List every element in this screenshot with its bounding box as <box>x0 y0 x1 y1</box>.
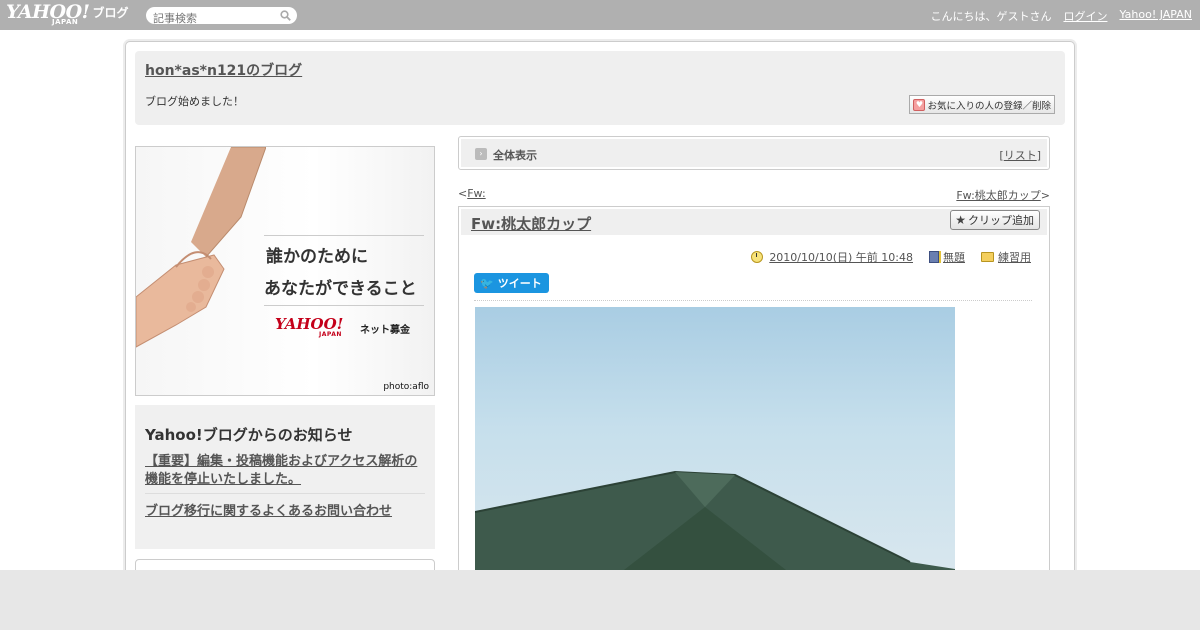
pager-next: Fw:桃太郎カップ> <box>956 187 1050 203</box>
arrow-right-icon: › <box>475 148 487 160</box>
article-title-link[interactable]: Fw:桃太郎カップ <box>471 213 591 234</box>
prev-article-link[interactable]: Fw: <box>467 187 485 200</box>
blog-title-link[interactable]: hon*as*n121のブログ <box>145 60 302 80</box>
notice-divider <box>145 493 425 494</box>
heart-icon: ♥ <box>913 98 926 111</box>
banner-yahoo-sub: JAPAN <box>319 331 342 338</box>
top-nav: こんにちは、ゲストさん ログイン Yahoo! JAPAN <box>918 8 1192 24</box>
notice-link-important[interactable]: 【重要】編集・投稿機能およびアクセス解析の機能を停止いたしました。 <box>145 453 430 489</box>
view-list-toggle: [リスト] <box>999 147 1041 163</box>
search-input[interactable] <box>146 10 271 27</box>
view-all-label: 全体表示 <box>493 149 537 162</box>
yahoo-japan-link[interactable]: Yahoo! JAPAN <box>1119 8 1192 24</box>
login-link[interactable]: ログイン <box>1063 8 1107 24</box>
yahoo-logo-sub: JAPAN <box>52 18 79 26</box>
tweet-button[interactable]: 🐦 ツイート <box>474 273 549 293</box>
prev-arrow: < <box>458 187 468 200</box>
article-search-box <box>146 7 297 27</box>
pager-prev: <Fw: <box>458 187 486 200</box>
article-category: 無題 <box>929 249 965 265</box>
twitter-bird-icon: 🐦 <box>480 276 494 290</box>
notice-link-faq[interactable]: ブログ移行に関するよくあるお問い合わせ <box>145 500 392 519</box>
banner-headline-1: 誰かのために <box>266 247 368 267</box>
article-datetime: 2010/10/10(日) 午前 10:48 <box>751 249 913 265</box>
favorite-register-label: お気に入りの人の登録／削除 <box>927 100 1051 112</box>
clip-add-button[interactable]: ★ クリップ追加 <box>950 210 1040 230</box>
clock-icon <box>751 251 764 263</box>
yahoo-blog-logo[interactable]: YAHOO! JAPAN ブログ <box>6 3 129 27</box>
banner-divider-top <box>264 235 424 236</box>
global-header: YAHOO! JAPAN ブログ こんにちは、ゲストさん ログイン Yahoo!… <box>0 0 1200 30</box>
banner-divider-bottom <box>264 305 424 306</box>
handshake-illustration <box>136 147 266 348</box>
view-mode-bar: › 全体表示 [リスト] <box>458 136 1050 170</box>
tweet-label: ツイート <box>497 277 542 290</box>
banner-headline-2: あなたができること <box>264 279 417 299</box>
article-folder: 練習用 <box>981 249 1031 265</box>
page-body: hon*as*n121のブログ ブログ始めました！ ♥ お気に入りの人の登録／削… <box>0 30 1200 589</box>
blog-container: hon*as*n121のブログ ブログ始めました！ ♥ お気に入りの人の登録／削… <box>125 41 1075 589</box>
next-article-link[interactable]: Fw:桃太郎カップ <box>956 189 1040 202</box>
notice-title: Yahoo!ブログからのお知らせ <box>145 426 353 444</box>
search-icon[interactable] <box>280 10 291 21</box>
blog-header: hon*as*n121のブログ ブログ始めました！ ♥ お気に入りの人の登録／削… <box>135 51 1065 125</box>
list-view-link[interactable]: リスト <box>1004 149 1037 162</box>
blog-description: ブログ始めました！ <box>145 95 244 108</box>
article-header: Fw:桃太郎カップ ★ クリップ追加 <box>461 209 1047 235</box>
guest-greeting: こんにちは、ゲストさん <box>930 10 1052 23</box>
clip-add-label: クリップ追加 <box>968 214 1034 227</box>
article-datetime-link[interactable]: 2010/10/10(日) 午前 10:48 <box>769 249 913 265</box>
footer-band <box>0 570 1200 630</box>
banner-photo-credit: photo:aflo <box>383 382 429 392</box>
article-photo[interactable] <box>475 307 955 577</box>
article-folder-link[interactable]: 練習用 <box>998 249 1031 265</box>
star-icon: ★ <box>955 213 966 227</box>
blog-service-label: ブログ <box>92 6 129 20</box>
view-mode-bar-inner: › 全体表示 [リスト] <box>461 139 1047 167</box>
favorite-register-button[interactable]: ♥ お気に入りの人の登録／削除 <box>909 95 1055 114</box>
net-donation-banner[interactable]: 誰かのために あなたができること YAHOO! JAPAN ネット募金 phot… <box>135 146 435 396</box>
blog-notice-panel: Yahoo!ブログからのお知らせ 【重要】編集・投稿機能およびアクセス解析の機能… <box>135 405 435 549</box>
article-category-link[interactable]: 無題 <box>943 249 965 265</box>
article-meta: 2010/10/10(日) 午前 10:48 無題 練習用 <box>735 249 1031 265</box>
next-arrow: > <box>1040 189 1050 202</box>
article-entry: Fw:桃太郎カップ ★ クリップ追加 2010/10/10(日) 午前 10:4… <box>458 206 1050 586</box>
book-icon <box>929 251 939 263</box>
folder-icon <box>981 252 994 262</box>
banner-service-label: ネット募金 <box>360 325 410 336</box>
list-bracket-close: ] <box>1036 149 1041 162</box>
tent-photo <box>475 470 955 577</box>
article-divider <box>474 300 1032 301</box>
